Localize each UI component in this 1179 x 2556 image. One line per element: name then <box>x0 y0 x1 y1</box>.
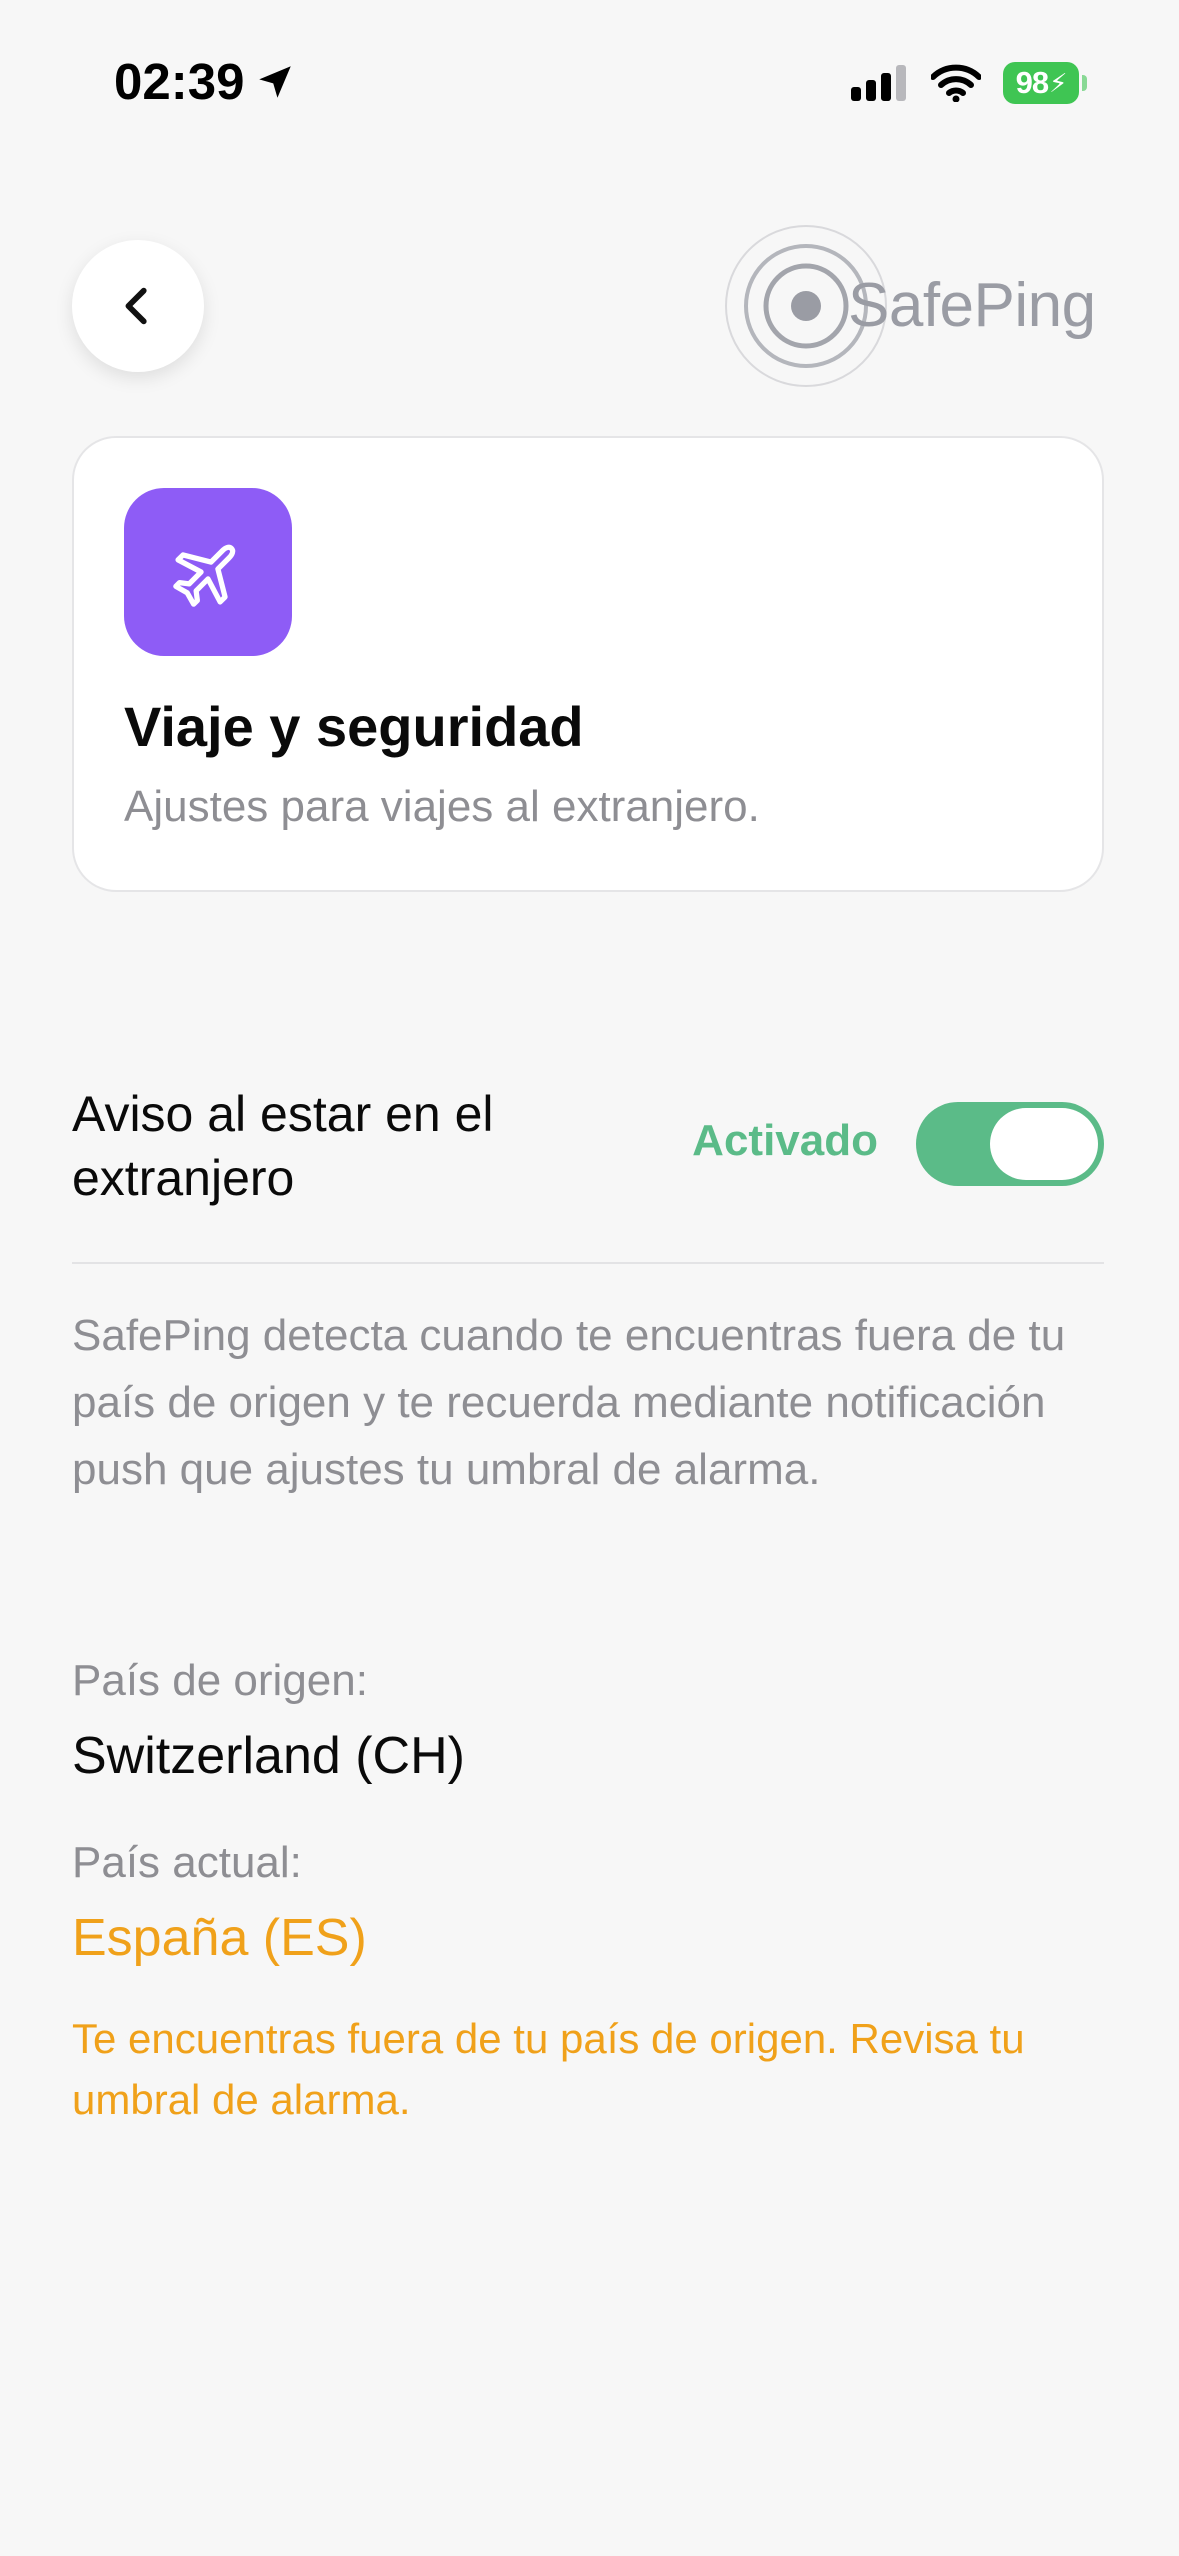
clock-text: 02:39 <box>114 53 245 110</box>
abroad-alert-toggle[interactable] <box>916 1102 1104 1186</box>
status-icons: 98 ⚡ <box>851 62 1087 104</box>
feature-description: SafePing detecta cuando te encuentras fu… <box>72 1311 1066 1494</box>
abroad-alert-setting: Aviso al estar en el extranjero Activado <box>72 1074 1104 1224</box>
divider <box>72 1262 1104 1264</box>
current-country-label: País actual: <box>72 1838 302 1887</box>
page-title: Viaje y seguridad <box>124 695 584 758</box>
bolt-icon: ⚡ <box>1049 67 1067 98</box>
location-arrow-icon <box>259 65 292 98</box>
hero-icon-tile <box>124 488 292 656</box>
page-subtitle: Ajustes para viajes al extranjero. <box>124 782 760 831</box>
hero-card: Viaje y seguridad Ajustes para viajes al… <box>72 436 1104 892</box>
origin-country-label: País de origen: <box>72 1656 368 1705</box>
brand-name: SafePing <box>848 271 1096 340</box>
battery-charging-icon: 98 ⚡ <box>1003 62 1087 104</box>
brand-logo: SafePing <box>722 222 1102 390</box>
cellular-signal-icon <box>851 65 906 101</box>
battery-level: 98 <box>1015 65 1049 100</box>
origin-country-value: Switzerland (CH) <box>72 1727 465 1785</box>
wifi-icon <box>931 64 981 102</box>
abroad-warning: Te encuentras fuera de tu país de origen… <box>72 2015 1025 2123</box>
status-time: 02:39 <box>114 52 296 111</box>
current-country-value: España (ES) <box>72 1909 367 1967</box>
setting-status: Activado <box>692 1116 878 1165</box>
chevron-left-icon <box>125 287 147 325</box>
status-bar: 02:39 98 ⚡ <box>0 0 1179 170</box>
toggle-knob <box>990 1108 1098 1180</box>
back-button[interactable] <box>72 240 204 372</box>
airplane-icon <box>173 544 236 607</box>
setting-label: Aviso al estar en el extranjero <box>72 1086 494 1206</box>
